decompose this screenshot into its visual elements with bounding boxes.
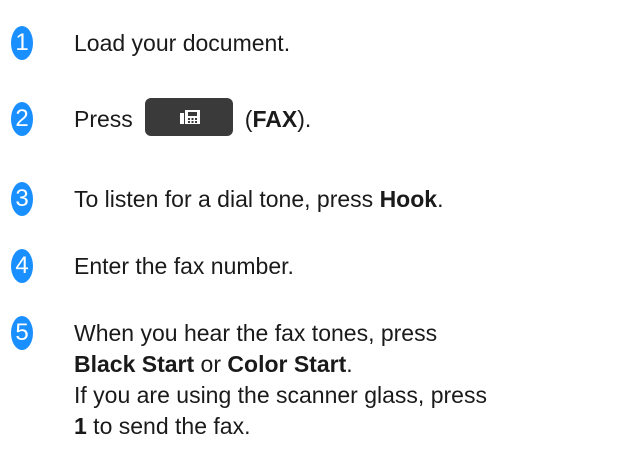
black-start-label: Black Start (74, 351, 195, 377)
step-text-end: ). (297, 106, 312, 132)
step-text-end: . (437, 186, 444, 212)
step-text: Press (FAX). (74, 97, 312, 138)
color-start-label: Color Start (227, 351, 347, 377)
step-text-line-4: 1 to send the fax. (74, 409, 250, 443)
step-text-line-2: Black Start or Color Start. (74, 347, 353, 381)
fax-label: FAX (252, 106, 298, 132)
step-text: To listen for a dial tone, press Hook. (74, 182, 443, 216)
step-text-prefix: Press (74, 106, 133, 132)
fax-button (144, 97, 233, 136)
step-text: Load your document. (74, 30, 291, 56)
key-1-label: 1 (74, 413, 87, 439)
step-text-or: or (194, 351, 228, 377)
step-number-badge: 3 (11, 182, 33, 216)
step-text-end: . (346, 351, 353, 377)
fax-icon (179, 109, 200, 124)
step-number-badge: 4 (11, 249, 33, 283)
step-text-main: To listen for a dial tone, press (74, 186, 380, 212)
step-text-line-3: If you are using the scanner glass, pres… (74, 382, 487, 408)
step-number-badge: 2 (11, 102, 33, 136)
hook-label: Hook (379, 186, 438, 212)
step-number-badge: 5 (11, 316, 33, 350)
step-text-line-1: When you hear the fax tones, press (74, 320, 438, 346)
step-number-badge: 1 (11, 26, 33, 60)
step-text-rest: to send the fax. (86, 413, 251, 439)
step-text: Enter the fax number. (74, 253, 294, 279)
